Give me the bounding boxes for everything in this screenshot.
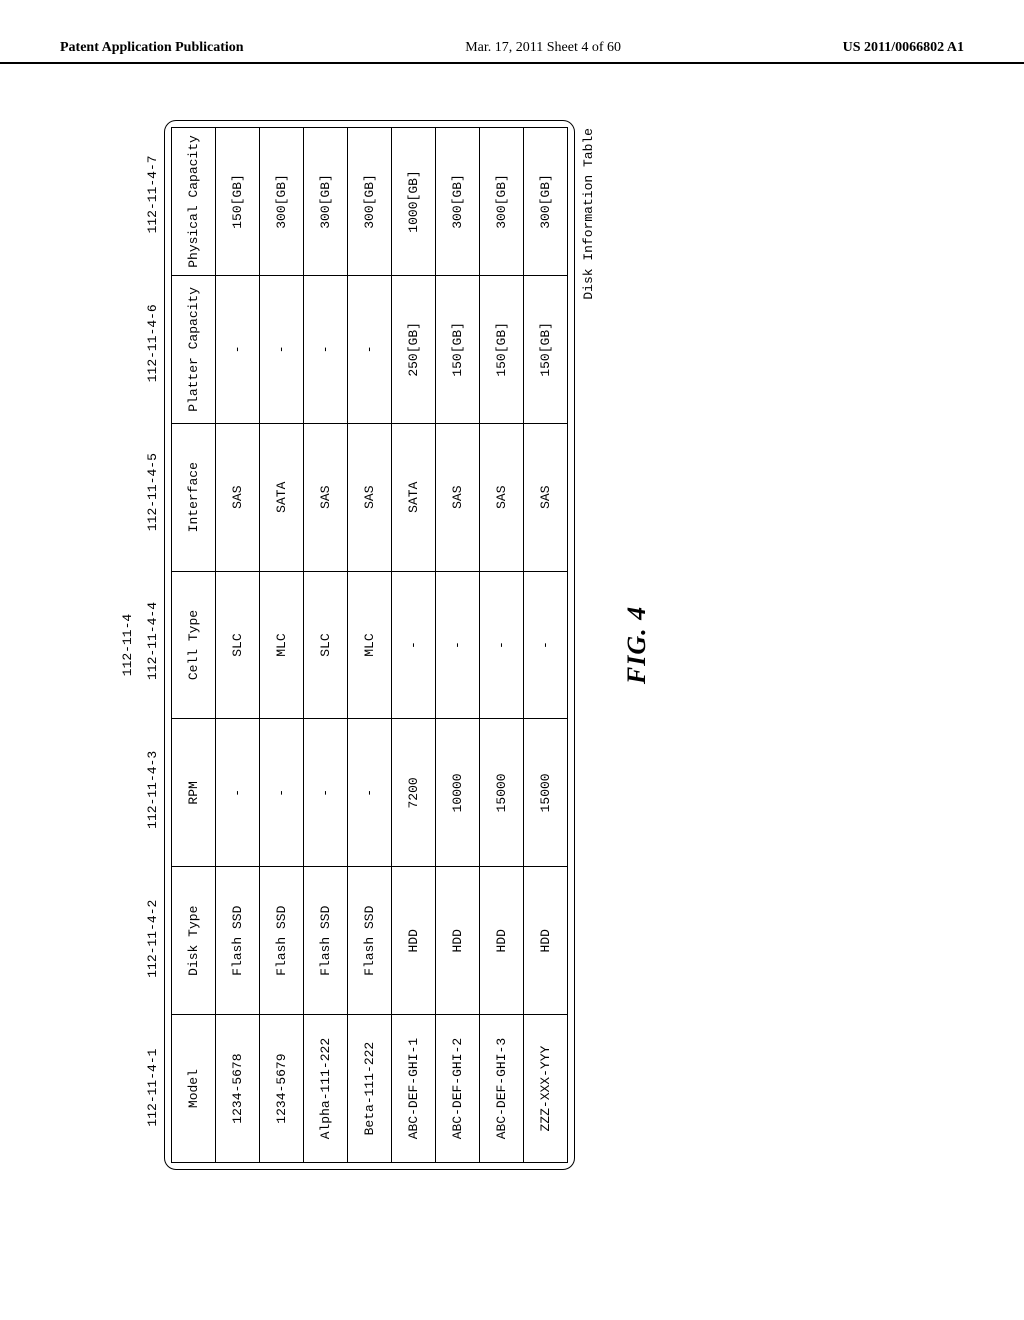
figure-area: 112-11-4 112-11-4-1 112-11-4-2 112-11-4-… [120, 120, 920, 1220]
table-header-row: Model Disk Type RPM Cell Type Interface … [172, 128, 216, 1163]
column-ref-row: 112-11-4-1 112-11-4-2 112-11-4-3 112-11-… [141, 120, 164, 1170]
col-model: Model [172, 1015, 216, 1163]
ref-col-5: 112-11-4-5 [141, 418, 164, 567]
page-header: Patent Application Publication Mar. 17, … [0, 0, 1024, 64]
table-row: 1234-5679 Flash SSD - MLC SATA - 300[GB] [260, 128, 304, 1163]
table-row: 1234-5678 Flash SSD - SLC SAS - 150[GB] [216, 128, 260, 1163]
table-row: ABC-DEF-GHI-2 HDD 10000 - SAS 150[GB] 30… [436, 128, 480, 1163]
ref-col-3: 112-11-4-3 [141, 715, 164, 864]
table-row: Beta-111-222 Flash SSD - MLC SAS - 300[G… [348, 128, 392, 1163]
col-cell-type: Cell Type [172, 571, 216, 719]
table-caption: Disk Information Table [575, 120, 596, 1170]
header-mid: Mar. 17, 2011 Sheet 4 of 60 [465, 40, 621, 56]
ref-col-7: 112-11-4-7 [141, 120, 164, 269]
col-platter: Platter Capacity [172, 275, 216, 423]
header-right: US 2011/0066802 A1 [843, 40, 964, 56]
header-left: Patent Application Publication [60, 40, 244, 56]
col-interface: Interface [172, 423, 216, 571]
ref-col-1: 112-11-4-1 [141, 1013, 164, 1162]
table-row: Alpha-111-222 Flash SSD - SLC SAS - 300[… [304, 128, 348, 1163]
ref-col-2: 112-11-4-2 [141, 864, 164, 1013]
table-frame: Model Disk Type RPM Cell Type Interface … [164, 120, 575, 1170]
table-body: 1234-5678 Flash SSD - SLC SAS - 150[GB] … [216, 128, 568, 1163]
col-rpm: RPM [172, 719, 216, 867]
disk-information-table: Model Disk Type RPM Cell Type Interface … [171, 127, 568, 1163]
ref-col-6: 112-11-4-6 [141, 269, 164, 418]
figure-label: FIG. 4 [622, 120, 652, 1170]
col-physical: Physical Capacity [172, 128, 216, 276]
table-row: ABC-DEF-GHI-3 HDD 15000 - SAS 150[GB] 30… [480, 128, 524, 1163]
ref-col-4: 112-11-4-4 [141, 567, 164, 716]
ref-top: 112-11-4 [120, 120, 135, 1170]
col-disk-type: Disk Type [172, 867, 216, 1015]
table-row: ZZZ-XXX-YYY HDD 15000 - SAS 150[GB] 300[… [524, 128, 568, 1163]
table-row: ABC-DEF-GHI-1 HDD 7200 - SATA 250[GB] 10… [392, 128, 436, 1163]
